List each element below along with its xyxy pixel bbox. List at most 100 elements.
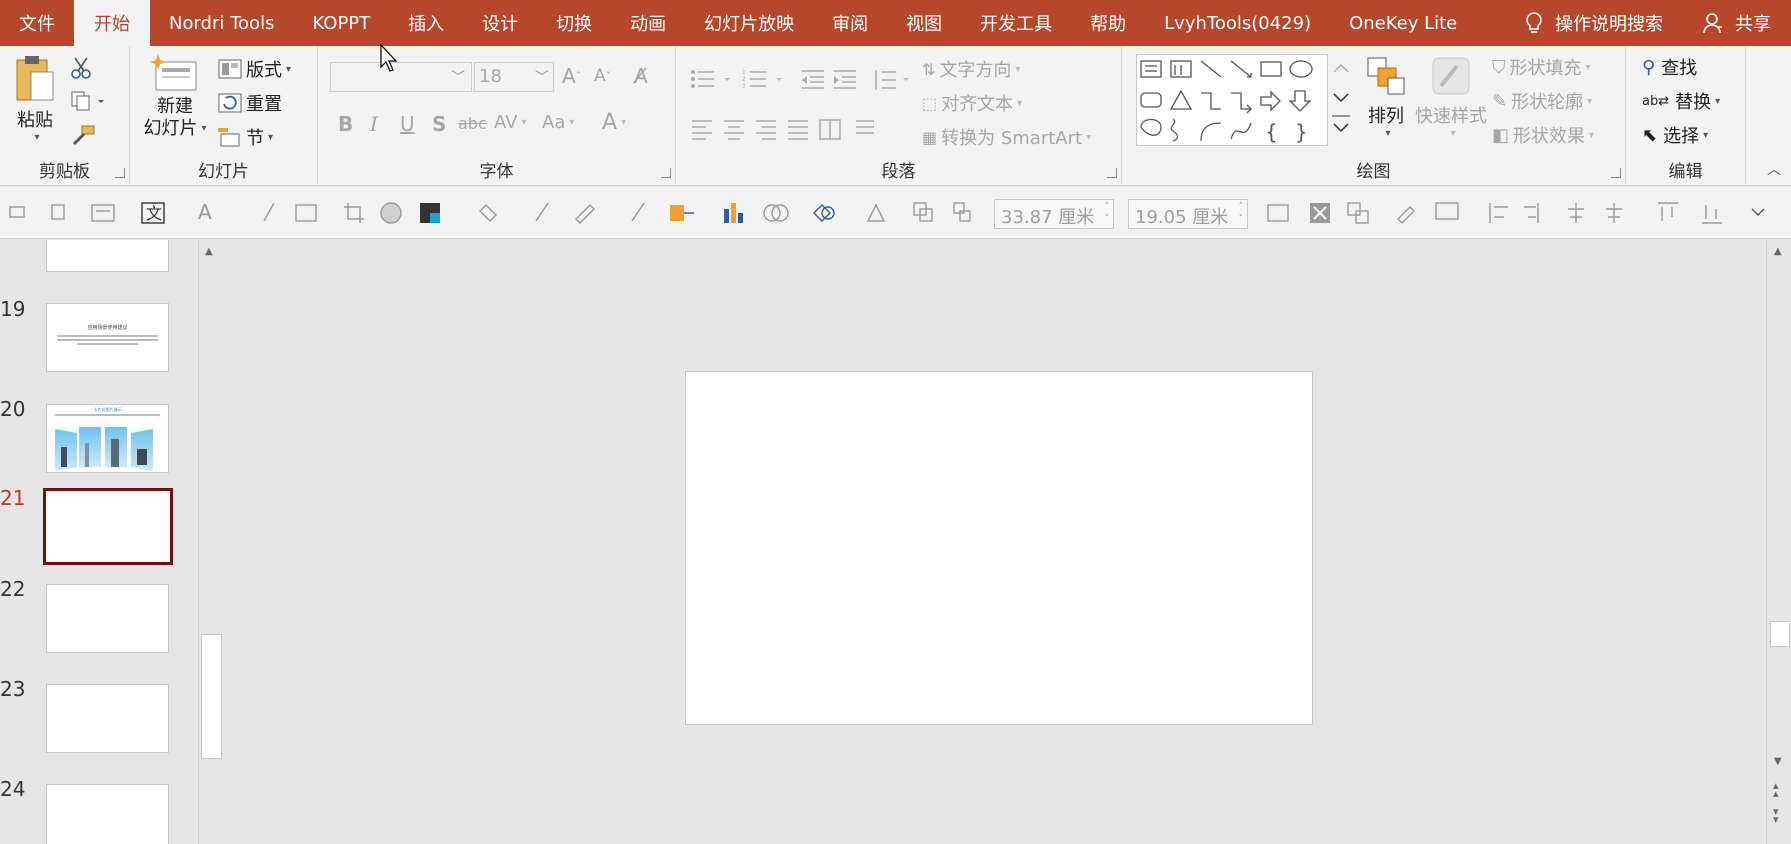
thumbnail-scrollbar[interactable]: ▲ [198,240,223,844]
align-text-label: 对齐文本 [941,94,1014,115]
font-launcher-icon[interactable] [661,168,671,178]
shadow-icon[interactable]: S [432,112,446,136]
tab-review[interactable]: 审阅 [813,0,887,46]
thumbnail-scrollbar-thumb[interactable] [201,634,222,759]
change-case-icon[interactable]: Aa ▾ [542,112,574,133]
numbering-icon[interactable]: 123 [742,68,788,90]
shapes-scroll[interactable] [1330,54,1352,146]
layout-button[interactable]: 版式 ▾ [218,56,291,82]
decrease-indent-icon[interactable] [800,68,826,90]
font-size-chevron-icon: ﹀ [535,70,549,86]
line-spacing-icon[interactable] [872,68,912,92]
convert-smartart-button[interactable]: ▦ 转换为 SmartArt ▾ [922,124,1091,150]
align-text-button[interactable]: ⬚ 对齐文本 ▾ [922,90,1022,116]
shape-outline-icon: ✎ [1492,90,1508,112]
section-label: 节 [246,128,264,149]
slide-19-title: 应用场景使用建议 [87,325,128,331]
italic-icon[interactable]: I [370,112,378,136]
increase-indent-icon[interactable] [832,68,858,90]
shape-fill-button[interactable]: ⛉ 形状填充 ▾ [1492,54,1591,80]
tab-file[interactable]: 文件 [0,0,74,46]
editor-scrollbar[interactable]: ▲ ▼ ▴ ▴ ▾ ▾ [1766,240,1791,844]
bold-icon[interactable]: B [338,112,353,136]
shape-height-field[interactable]: 19.05 厘米 ˄ ˅ [1128,199,1248,229]
new-slide-icon [150,54,197,91]
next-slide-icon[interactable]: ▾ ▾ [1773,806,1779,825]
decrease-font-icon[interactable]: Aˇ [594,66,611,86]
editor-scroll-down-icon[interactable]: ▼ [1774,756,1782,767]
slide-thumbnail-20[interactable]: 卡片式图片展示 [46,404,169,473]
slide-thumbnail-18[interactable] [46,240,169,272]
underline-icon[interactable]: U [400,112,415,136]
bullets-icon[interactable] [690,68,736,90]
strikethrough-icon[interactable]: abc [458,114,487,133]
mouse-cursor-icon [380,44,398,72]
tab-lvyhtools[interactable]: LvyhTools(0429) [1145,0,1330,46]
tab-nordri-tools[interactable]: Nordri Tools [150,0,293,46]
tab-koppt[interactable]: KOPPT [293,0,389,46]
tab-transitions[interactable]: 切换 [537,0,611,46]
slide-number: 22 [0,577,26,601]
copy-icon[interactable] [70,90,106,112]
scroll-up-arrow-icon[interactable]: ▲ [205,246,213,257]
slide-thumbnail-22[interactable] [46,584,169,653]
quick-styles-icon [1432,57,1470,95]
quick-toolbar-icons[interactable]: 文 A [8,199,1768,227]
height-spinner-icon[interactable]: ˄ ˅ [1239,201,1244,225]
drawing-group: { } 排列 ▾ 快速样式 ▾ ⛉ 形状填充 ▾ ✎ 形状轮廓 ▾ ◧ 形状效果 ▾ 绘图 [1122,46,1626,186]
shape-width-field[interactable]: 33.87 厘米 ˄ ˅ [994,199,1114,229]
tab-slideshow[interactable]: 幻灯片放映 [685,0,813,46]
replace-button[interactable]: ab⇄ 替换 ▾ [1642,88,1720,114]
section-button[interactable]: 节 ▾ [218,124,273,150]
text-direction-button[interactable]: ⇅ 文字方向 ▾ [922,56,1020,82]
quick-styles-button[interactable]: 快速样式 ▾ [1412,54,1490,139]
share-button[interactable]: 共享 [1683,10,1791,36]
format-painter-icon[interactable] [70,124,96,148]
font-color-icon[interactable]: A ▾ [602,110,626,135]
font-name-select[interactable]: ﹀ [330,62,472,92]
new-slide-label-1: 新建 [157,96,193,117]
tab-developer[interactable]: 开发工具 [961,0,1071,46]
paragraph-launcher-icon[interactable] [1107,168,1117,178]
new-slide-button[interactable]: 新建 幻灯片 ▾ [142,52,208,140]
share-label: 共享 [1735,14,1771,35]
tab-animations[interactable]: 动画 [611,0,685,46]
slide-thumbnail-24[interactable] [46,784,169,844]
tab-onekey-lite[interactable]: OneKey Lite [1330,0,1476,46]
slides-group: 新建 幻灯片 ▾ 版式 ▾ 重置 节 ▾ 幻灯片 [130,46,318,186]
collapse-ribbon-icon[interactable]: ︿ [1767,159,1781,179]
slide-thumbnail-19[interactable]: 应用场景使用建议 [46,303,169,372]
reset-button[interactable]: 重置 [218,90,282,116]
shapes-gallery[interactable]: { } [1136,54,1328,146]
align-icons[interactable] [690,118,880,140]
tab-help[interactable]: 帮助 [1071,0,1145,46]
text-direction-icon: ⇅ [922,59,936,79]
drawing-launcher-icon[interactable] [1611,168,1621,178]
tab-home[interactable]: 开始 [74,0,150,46]
font-size-select[interactable]: 18 ﹀ [474,62,554,92]
tab-view[interactable]: 视图 [887,0,961,46]
slide-number: 20 [0,397,26,421]
slide-thumbnail-21-selected[interactable] [43,488,173,565]
editor-scroll-up-icon[interactable]: ▲ [1774,246,1782,257]
paste-button[interactable]: 粘贴 ▾ [10,54,60,143]
shape-effects-button[interactable]: ◧ 形状效果 ▾ [1492,122,1594,148]
shape-outline-label: 形状轮廓 [1511,92,1584,113]
cut-icon[interactable] [70,56,92,80]
width-spinner-icon[interactable]: ˄ ˅ [1105,201,1110,225]
clear-formatting-icon[interactable]: A̸ [634,64,648,88]
clipboard-launcher-icon[interactable] [115,168,125,178]
increase-font-icon[interactable]: Aˆ [562,64,581,88]
select-button[interactable]: ⬉ 选择 ▾ [1642,122,1708,148]
find-button[interactable]: ⚲ 查找 [1642,54,1697,80]
tab-insert[interactable]: 插入 [389,0,463,46]
tell-me-search[interactable]: 操作说明搜索 [1505,10,1683,36]
slide-canvas[interactable] [685,371,1313,725]
arrange-button[interactable]: 排列 ▾ [1360,54,1412,139]
char-spacing-icon[interactable]: AV ▾ [494,112,527,133]
editor-scrollbar-thumb[interactable] [1770,621,1790,647]
previous-slide-icon[interactable]: ▴ ▴ [1773,780,1779,799]
slide-thumbnail-23[interactable] [46,684,169,753]
shape-outline-button[interactable]: ✎ 形状轮廓 ▾ [1492,88,1592,114]
tab-design[interactable]: 设计 [463,0,537,46]
